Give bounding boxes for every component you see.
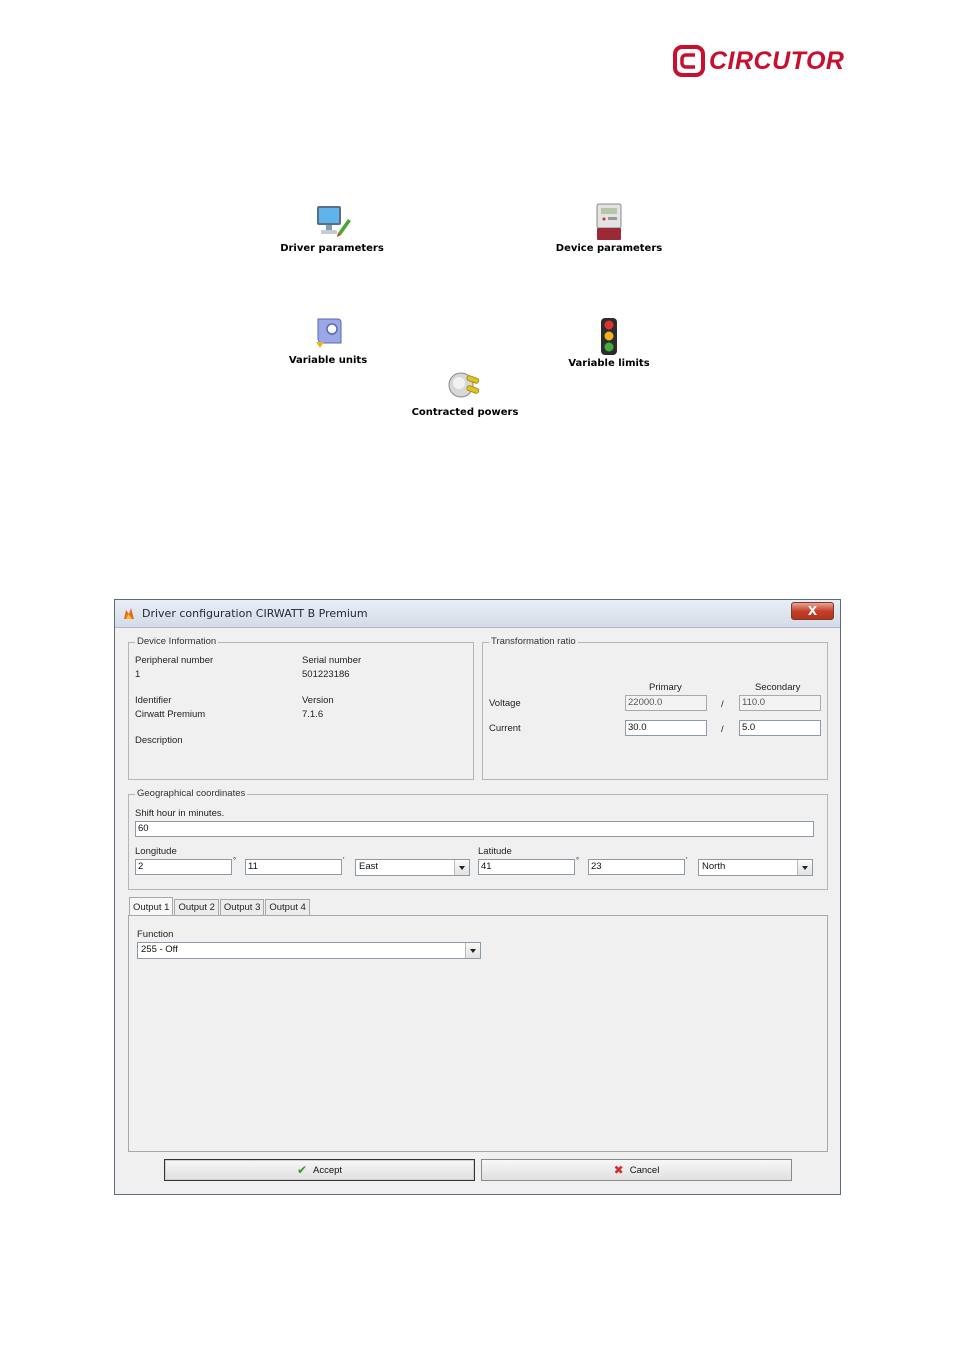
cancel-label: Cancel (629, 1164, 660, 1176)
close-icon: X (807, 604, 818, 618)
current-ratio-separator: / (721, 724, 724, 735)
output-tabs: Output 1 Output 2 Output 3 Output 4 (129, 897, 311, 916)
monitor-edit-icon (317, 206, 351, 237)
current-primary-field[interactable]: 30.0 (625, 720, 707, 736)
longitude-degrees-input[interactable]: 2 (135, 859, 232, 875)
voltage-ratio-separator: / (721, 699, 724, 710)
checkmark-icon: ✔ (296, 1163, 307, 1177)
longitude-minute-mark: ' (343, 856, 345, 865)
latitude-direction-value: North (702, 861, 726, 872)
primary-header: Primary (649, 682, 682, 693)
description-label: Description (135, 735, 183, 746)
transformation-ratio-group: Transformation ratio (482, 636, 828, 780)
longitude-label: Longitude (135, 846, 177, 857)
chevron-down-icon[interactable] (454, 860, 469, 875)
traffic-light-icon (601, 318, 617, 355)
longitude-direction-select[interactable]: East (355, 859, 470, 876)
version-label: Version (302, 695, 334, 706)
identifier-value: Cirwatt Premium (135, 709, 206, 720)
variable-units-label: Variable units (288, 355, 368, 366)
shift-hour-input[interactable]: 60 (135, 821, 814, 837)
voltage-label: Voltage (489, 698, 521, 709)
version-value: 7.1.6 (302, 709, 324, 720)
dialog-title: Driver configuration CIRWATT B Premium (142, 607, 368, 620)
circutor-logo: CIRCUTOR (673, 44, 845, 78)
longitude-degree-mark: ° (233, 856, 237, 865)
geographical-coordinates-legend: Geographical coordinates (135, 788, 248, 799)
energy-meter-icon (596, 203, 622, 240)
current-secondary-field[interactable]: 5.0 (739, 720, 821, 736)
voltage-secondary-field[interactable]: 110.0 (739, 695, 821, 711)
device-parameters-launcher[interactable]: Device parameters (544, 203, 674, 254)
accept-label: Accept (313, 1164, 343, 1176)
current-label: Current (489, 723, 521, 734)
latitude-minute-mark: ' (686, 856, 688, 865)
circutor-logo-mark (673, 45, 705, 77)
cross-icon: ✖ (613, 1163, 624, 1177)
latitude-direction-select[interactable]: North (698, 859, 813, 876)
variable-units-launcher[interactable]: Variable units (263, 315, 393, 366)
tab-output-2[interactable]: Output 2 (174, 899, 219, 915)
contracted-powers-label: Contracted powers (411, 407, 519, 418)
longitude-direction-value: East (359, 861, 379, 872)
longitude-minutes-input[interactable]: 11 (245, 859, 342, 875)
dialog-titlebar[interactable]: Driver configuration CIRWATT B Premium X (115, 600, 840, 628)
circutor-logo-text: CIRCUTOR (709, 46, 845, 75)
shift-hour-label: Shift hour in minutes. (135, 808, 225, 819)
driver-parameters-launcher[interactable]: Driver parameters (267, 203, 397, 254)
identifier-label: Identifier (135, 695, 172, 706)
cancel-button[interactable]: ✖ Cancel (481, 1159, 792, 1181)
serial-number-value: 501223186 (302, 669, 350, 680)
app-flame-icon (124, 607, 134, 619)
chevron-down-icon[interactable] (797, 860, 812, 875)
peripheral-number-label: Peripheral number (135, 655, 214, 666)
latitude-minutes-input[interactable]: 23 (588, 859, 685, 875)
device-parameters-label: Device parameters (555, 243, 663, 254)
peripheral-number-value: 1 (135, 669, 141, 680)
driver-parameters-label: Driver parameters (280, 243, 384, 254)
function-select[interactable]: 255 - Off (137, 942, 481, 959)
function-value: 255 - Off (141, 944, 178, 955)
tab-output-4[interactable]: Output 4 (265, 899, 310, 915)
tab-output-3[interactable]: Output 3 (219, 899, 265, 915)
power-plug-icon (448, 372, 480, 398)
latitude-degree-mark: ° (576, 856, 580, 865)
voltage-primary-field[interactable]: 22000.0 (625, 695, 707, 711)
device-information-legend: Device Information (135, 636, 219, 647)
serial-number-label: Serial number (302, 655, 362, 666)
close-button[interactable]: X (791, 602, 834, 620)
function-label: Function (137, 929, 174, 940)
variable-limits-launcher[interactable]: Variable limits (544, 318, 674, 369)
chevron-down-icon[interactable] (465, 943, 480, 958)
tab-output-1[interactable]: Output 1 (129, 897, 174, 915)
latitude-degrees-input[interactable]: 41 (478, 859, 575, 875)
transformation-ratio-legend: Transformation ratio (489, 636, 578, 647)
contracted-powers-launcher[interactable]: Contracted powers (400, 367, 530, 418)
secondary-header: Secondary (755, 682, 801, 693)
units-icon (316, 318, 342, 348)
variable-limits-label: Variable limits (568, 358, 650, 369)
accept-button[interactable]: ✔ Accept (164, 1159, 475, 1181)
latitude-label: Latitude (478, 846, 512, 857)
